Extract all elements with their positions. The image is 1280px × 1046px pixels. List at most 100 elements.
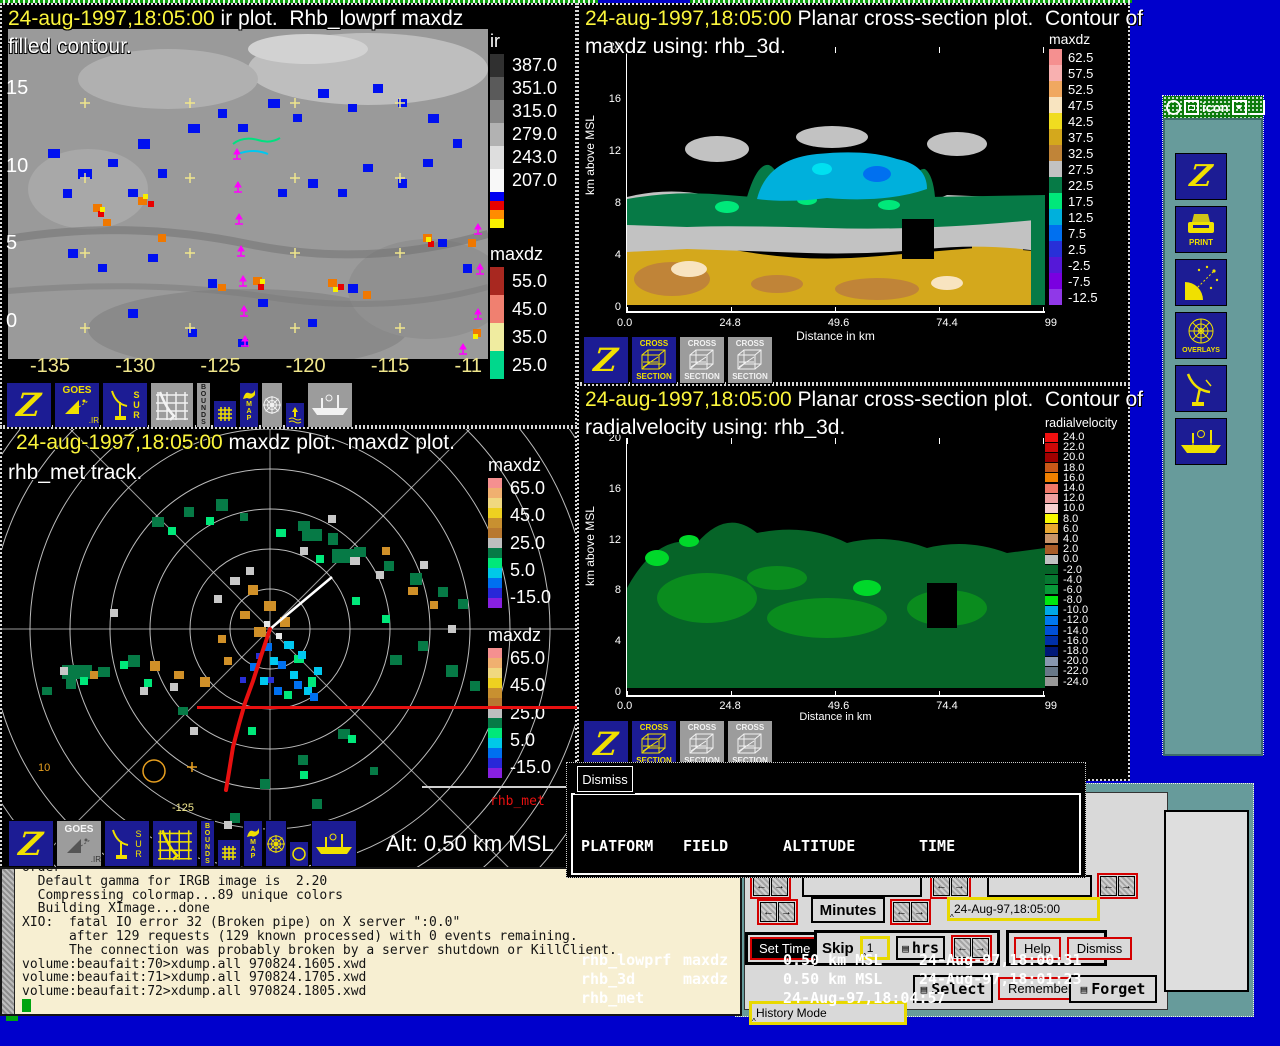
circle-icon — [291, 846, 307, 862]
bounds-label-strip[interactable]: BOUNDS — [200, 820, 215, 867]
colorbar-swatch — [488, 688, 502, 698]
ir-window-title2: filled contour. — [8, 35, 132, 59]
range-rings-button[interactable] — [265, 820, 287, 867]
satellite-button[interactable] — [1175, 259, 1227, 306]
colorbar-swatch — [488, 528, 502, 538]
colorbar-swatch — [488, 518, 502, 528]
bounds-label-strip[interactable]: BOUNDS — [196, 382, 211, 428]
colorbar-entry: 47.5 — [1049, 97, 1129, 113]
platform-table-window: PLATFORMFIELDALTITUDETIME rhb_lowprfmaxd… — [566, 762, 1086, 878]
buoy-button[interactable] — [285, 402, 305, 428]
window-resize-icon[interactable] — [1250, 100, 1265, 115]
radar-button[interactable] — [1175, 365, 1227, 412]
radar-colorbar-1: maxdz 65.045.025.05.0-15.0 — [488, 455, 576, 608]
colorbar-entry: 22.5 — [1049, 177, 1129, 193]
y-axis-label: km above MSL — [583, 506, 597, 586]
colorbar-entry: 7.5 — [1049, 225, 1129, 241]
colorbar-swatch — [488, 648, 502, 658]
zebra-logo-button[interactable]: Z — [583, 336, 629, 384]
grid-radar-icon — [154, 386, 190, 424]
colorbar-swatch — [488, 678, 502, 688]
icon-window-body: Z PRINT OVERLAYS — [1163, 118, 1263, 756]
colorbar-tick: 45.0 — [510, 505, 551, 526]
ir-toolbar: Z GOES .IR SUR BOUNDS MAP — [6, 381, 353, 428]
zebra-logo-button[interactable]: Z — [1175, 153, 1227, 200]
zebra-z-icon: Z — [16, 388, 43, 422]
y-tick-label: 4 — [601, 249, 621, 261]
ship-button[interactable] — [311, 820, 357, 867]
colorbar-tick: -15.0 — [510, 757, 551, 778]
xsec-vel-title2: radialvelocity using: rhb_3d. — [585, 416, 845, 440]
colorbar-entry: 12.5 — [1049, 209, 1129, 225]
dismiss-button[interactable]: Dismiss — [577, 766, 633, 792]
colorbar-tick: 65.0 — [510, 648, 551, 669]
cross-section-button-3[interactable]: CROSS SECTION — [727, 336, 773, 384]
reflectivity-cells-darkgreen — [42, 499, 480, 847]
ship-button[interactable] — [1175, 418, 1227, 465]
colorbar-swatch — [488, 758, 502, 768]
colorbar-swatch — [488, 538, 502, 548]
table-header: PLATFORMFIELDALTITUDETIME — [581, 837, 1079, 856]
zebra-logo-button[interactable]: Z — [8, 820, 54, 867]
satellite-image[interactable] — [8, 29, 488, 359]
step-buttons[interactable]: ←→ — [1097, 873, 1138, 899]
colorbar-entry: 243.0 — [490, 146, 576, 169]
cross-section-button-3[interactable]: CROSS SECTION — [727, 720, 773, 768]
cube-icon — [687, 348, 717, 372]
colorbar-swatch — [488, 668, 502, 678]
icon-window-titlebar[interactable]: icon — [1163, 96, 1263, 118]
arrow-left-button[interactable]: ← — [1100, 876, 1117, 896]
forget-menu-button[interactable]: ▤Forget — [1069, 975, 1157, 1003]
cross-section-button-2[interactable]: CROSS SECTION — [679, 336, 725, 384]
print-button[interactable]: PRINT — [1175, 206, 1227, 253]
grid-radar-icon — [156, 824, 194, 864]
colorbar-entry: -24.0 — [1045, 677, 1129, 687]
map-button[interactable]: MAP — [239, 382, 259, 428]
colorbar-swatch — [490, 210, 576, 219]
colorbar-entry: 279.0 — [490, 123, 576, 146]
terminal-scrollbar[interactable] — [2, 869, 15, 1014]
zebra-logo-button[interactable]: Z — [583, 720, 629, 768]
colorbar-swatch — [488, 508, 502, 518]
xsec-vel-plot[interactable] — [626, 438, 1045, 697]
colorbar-entry: 37.5 — [1049, 129, 1129, 145]
colorbar-swatch — [490, 219, 576, 228]
colorbar-tick: 5.0 — [510, 560, 551, 581]
window-menu-icon[interactable] — [1166, 100, 1181, 115]
goes-ir-button[interactable]: GOES .IR — [54, 382, 100, 428]
satellite-dish-icon — [63, 396, 91, 416]
zebra-z-icon: Z — [593, 727, 620, 761]
colorbar-tick: 45.0 — [510, 675, 551, 696]
bounds-grid-button[interactable] — [152, 820, 198, 867]
surveillance-button[interactable]: SUR — [104, 820, 150, 867]
arrow-right-button[interactable]: → — [1118, 876, 1135, 896]
xsec-maxdz-window: 24-aug-1997,18:05:00 Planar cross-sectio… — [577, 3, 1130, 384]
map-icon — [246, 827, 260, 839]
x-tick-label: -125 — [200, 355, 240, 378]
x-tick-label: 99 — [1045, 700, 1057, 712]
ship-button[interactable] — [307, 382, 353, 428]
storm-track-line — [226, 629, 270, 790]
xsec-maxdz-plot[interactable] — [626, 47, 1045, 313]
overlays-button[interactable]: OVERLAYS — [1175, 312, 1227, 359]
table-row: rhb_3dmaxdz0.50 km MSL24-Aug-97,18:01:23 — [581, 970, 1079, 989]
range-rings-button[interactable] — [261, 382, 283, 428]
goes-ir-button[interactable]: GOES .IR — [56, 820, 102, 867]
cross-section-button-2[interactable]: CROSS SECTION — [679, 720, 725, 768]
zebra-logo-button[interactable]: Z — [6, 382, 52, 428]
surveillance-button[interactable]: SUR — [102, 382, 148, 428]
bounds-grid-button[interactable] — [150, 382, 194, 428]
small-grid-button[interactable] — [213, 400, 237, 428]
map-button[interactable]: MAP — [243, 820, 263, 867]
small-grid-button[interactable] — [217, 839, 241, 867]
window-focus-icon[interactable] — [1232, 100, 1247, 115]
window-iconify-icon[interactable] — [1184, 100, 1199, 115]
cross-section-button-1[interactable]: CROSS SECTION — [631, 336, 677, 384]
colorbar-entry: 315.0 — [490, 100, 576, 123]
cross-section-button-1[interactable]: CROSS SECTION — [631, 720, 677, 768]
y-tick-label: 0 — [601, 301, 621, 313]
xsec-velocity-window: 24-aug-1997,18:05:00 Planar cross-sectio… — [577, 384, 1130, 781]
ir-plot-window: 24-aug-1997,18:05:00 ir plot. Rhb_lowprf… — [0, 3, 577, 427]
buoy-icon — [288, 406, 302, 424]
circle-overlay-button[interactable] — [289, 841, 309, 867]
